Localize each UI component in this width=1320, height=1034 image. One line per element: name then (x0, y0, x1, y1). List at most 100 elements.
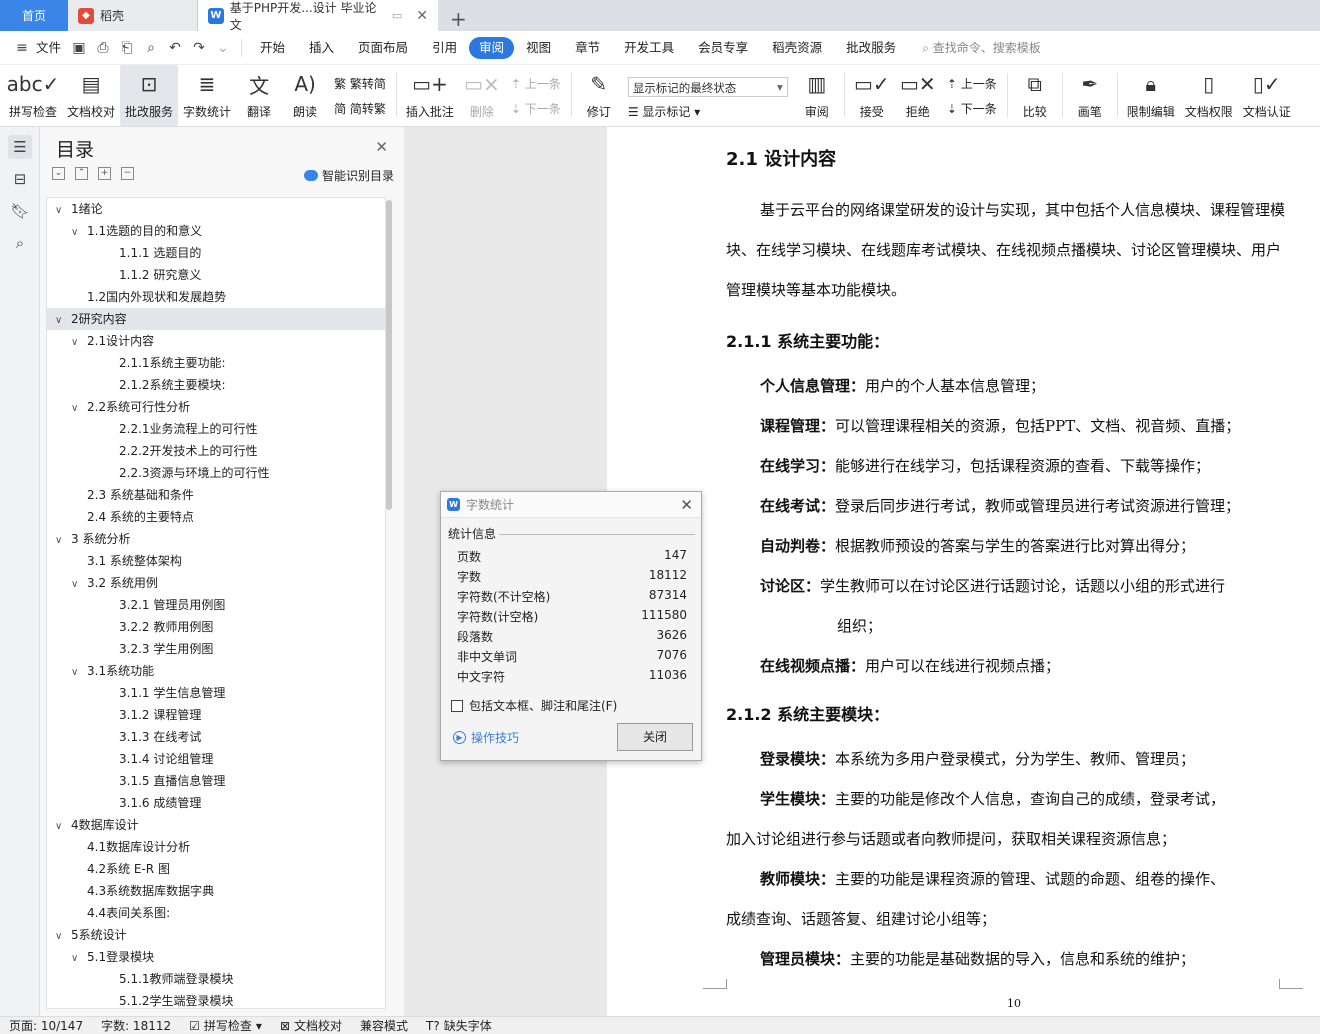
remove-heading-icon[interactable]: − (121, 167, 134, 180)
toc-item[interactable]: ∨ 5.1登录模块 (47, 946, 385, 968)
pen-button[interactable]: ✒ 画笔 (1067, 65, 1113, 126)
to-traditional-button[interactable]: 繁 繁转简 (334, 75, 386, 92)
toc-item[interactable]: 2.1.1系统主要功能: (47, 352, 385, 374)
toc-item[interactable]: ∨ 2.1设计内容 (47, 330, 385, 352)
review-service-button[interactable]: ⊡ 批改服务 (120, 65, 179, 126)
document-page[interactable]: 2.1 设计内容 基于云平台的网络课堂研发的设计与实现，其中包括个人信息模块、课… (607, 127, 1320, 1016)
toc-item[interactable]: 3.1.6 成绩管理 (47, 792, 385, 814)
chevron-down-icon[interactable]: ∨ (71, 574, 83, 596)
revise-button[interactable]: ✎ 修订 (576, 65, 622, 126)
spellcheck-status[interactable]: ☑ 拼写检查 ▾ (180, 1017, 271, 1034)
toc-item[interactable]: 3.2.1 管理员用例图 (47, 594, 385, 616)
new-tab-button[interactable]: + (438, 7, 479, 31)
toc-item[interactable]: ∨ 1.1选题的目的和意义 (47, 220, 385, 242)
toc-item[interactable]: ∨ 2.2系统可行性分析 (47, 396, 385, 418)
toc-item[interactable]: ∨ 4数据库设计 (47, 814, 385, 836)
to-simplified-button[interactable]: 简 简转繁 (334, 100, 386, 117)
toc-item[interactable]: 2.2.3资源与环境上的可行性 (47, 462, 385, 484)
menu-tab[interactable]: 批改服务 (834, 37, 908, 59)
toc-item[interactable]: 4.4表间关系图: (47, 902, 385, 924)
menu-tab[interactable]: 审阅 (469, 36, 515, 59)
review-pane-button[interactable]: ▥ 审阅 (794, 65, 840, 126)
restrict-edit-button[interactable]: 🔒︎ 限制编辑 (1122, 65, 1180, 126)
add-heading-icon[interactable]: + (98, 167, 111, 180)
menu-tab[interactable]: 插入 (297, 37, 346, 59)
toc-item[interactable]: 3.1.4 讨论组管理 (47, 748, 385, 770)
toc-item[interactable]: 2.1.2系统主要模块: (47, 374, 385, 396)
print-preview-icon[interactable]: ⌕ (142, 39, 160, 57)
dialog-titlebar[interactable]: W 字数统计 ✕ (441, 492, 701, 518)
chevron-down-icon[interactable]: ∨ (55, 926, 67, 948)
markup-state-select[interactable]: 显示标记的最终状态 ▾ (627, 77, 788, 97)
prev-comment-button[interactable]: ⇡ 上一条 (511, 75, 561, 92)
toc-item[interactable]: 2.2.1业务流程上的可行性 (47, 418, 385, 440)
toc-item[interactable]: ∨ 5系统设计 (47, 924, 385, 946)
chevron-down-icon[interactable]: ∨ (55, 530, 67, 552)
undo-icon[interactable]: ↶ (166, 39, 184, 57)
next-revision-button[interactable]: ⇣ 下一条 (947, 100, 997, 117)
tab-home[interactable]: 首页 (0, 0, 68, 31)
word-count-indicator[interactable]: 字数: 18112 (92, 1017, 180, 1034)
toc-item[interactable]: ∨ 3.2 系统用例 (47, 572, 385, 594)
chevron-down-icon[interactable]: ∨ (55, 200, 67, 222)
toc-item[interactable]: 4.2系统 E-R 图 (47, 858, 385, 880)
proofread-button[interactable]: ▤ 文档校对 (62, 65, 120, 126)
toc-item[interactable]: 2.2.2开发技术上的可行性 (47, 440, 385, 462)
prev-revision-button[interactable]: ⇡ 上一条 (947, 75, 997, 92)
float-window-icon[interactable]: ▭ (392, 9, 402, 22)
hamburger-icon[interactable]: ≡ (13, 39, 31, 57)
bookmark-icon[interactable]: 🔖︎ (8, 199, 32, 223)
chevron-down-icon[interactable]: ∨ (55, 816, 67, 838)
search-icon[interactable]: ⌕ (8, 231, 32, 255)
include-textbox-checkbox[interactable]: 包括文本框、脚注和尾注(F) (451, 697, 617, 714)
toc-item[interactable]: 4.1数据库设计分析 (47, 836, 385, 858)
translate-button[interactable]: 文翻译 (236, 65, 282, 126)
toc-item[interactable]: 2.4 系统的主要特点 (47, 506, 385, 528)
chapter-nav-icon[interactable]: ⊟ (8, 167, 32, 191)
toc-item[interactable]: ∨ 3 系统分析 (47, 528, 385, 550)
proofread-status[interactable]: ⊠ 文档校对 (271, 1017, 351, 1034)
accept-button[interactable]: ▭✓ 接受 (849, 65, 895, 126)
toc-item[interactable]: 5.1.2学生端登录模块 (47, 990, 385, 1008)
print-icon[interactable]: ⎗ (118, 39, 136, 57)
spellcheck-button[interactable]: abc✓ 拼写检查 (4, 65, 62, 126)
menu-tab[interactable]: 章节 (563, 37, 612, 59)
chevron-down-icon[interactable]: ⌄ (214, 39, 232, 57)
close-icon[interactable]: ✕ (416, 8, 428, 24)
next-comment-button[interactable]: ⇣ 下一条 (511, 100, 561, 117)
smart-toc-button[interactable]: 智能识别目录 (303, 167, 394, 184)
checkbox-box[interactable] (451, 699, 463, 712)
tab-docer[interactable]: ◆ 稻壳 (68, 0, 198, 31)
tab-document[interactable]: W 基于PHP开发...设计 毕业论文 ▭ ✕ (198, 0, 438, 32)
chevron-down-icon[interactable]: ∨ (55, 310, 67, 332)
page-indicator[interactable]: 页面: 10/147 (0, 1017, 92, 1034)
menu-tab[interactable]: 页面布局 (346, 37, 420, 59)
toc-item[interactable]: 5.1.1教师端登录模块 (47, 968, 385, 990)
collapse-all-icon[interactable]: ⌃ (75, 167, 88, 180)
toc-item[interactable]: 3.1.2 课程管理 (47, 704, 385, 726)
chevron-down-icon[interactable]: ∨ (71, 332, 83, 354)
toc-scrollbar[interactable] (386, 200, 392, 510)
command-search[interactable]: ⌕ 查找命令、搜索模板 (922, 39, 1041, 56)
toc-item[interactable]: ∨ 3.1系统功能 (47, 660, 385, 682)
toc-item[interactable]: 1.1.2 研究意义 (47, 264, 385, 286)
word-count-button[interactable]: ≣ 字数统计 (178, 65, 236, 126)
close-button[interactable]: 关闭 (617, 723, 693, 751)
menu-tab[interactable]: 稻壳资源 (760, 37, 834, 59)
toc-item[interactable]: ∨ 1绪论 (47, 198, 385, 220)
doc-rights-button[interactable]: ▯ 文档权限 (1180, 65, 1238, 126)
chevron-down-icon[interactable]: ∨ (71, 398, 83, 420)
menu-tab[interactable]: 开发工具 (612, 37, 686, 59)
chevron-down-icon[interactable]: ∨ (71, 222, 83, 244)
show-markup-button[interactable]: ☰ 显示标记 ▾ (628, 103, 788, 120)
toc-item[interactable]: 1.1.1 选题目的 (47, 242, 385, 264)
toc-item[interactable]: ∨ 2研究内容 (47, 308, 385, 330)
menu-file[interactable]: 文件 (34, 37, 67, 59)
toc-item[interactable]: 3.2.2 教师用例图 (47, 616, 385, 638)
toc-item[interactable]: 3.1 系统整体架构 (47, 550, 385, 572)
compare-button[interactable]: ⧉ 比较 (1012, 65, 1058, 126)
menu-tab[interactable]: 开始 (248, 37, 297, 59)
toc-item[interactable]: 1.2国内外现状和发展趋势 (47, 286, 385, 308)
toc-item[interactable]: 3.1.3 在线考试 (47, 726, 385, 748)
insert-comment-button[interactable]: ▭+ 插入批注 (401, 65, 459, 126)
